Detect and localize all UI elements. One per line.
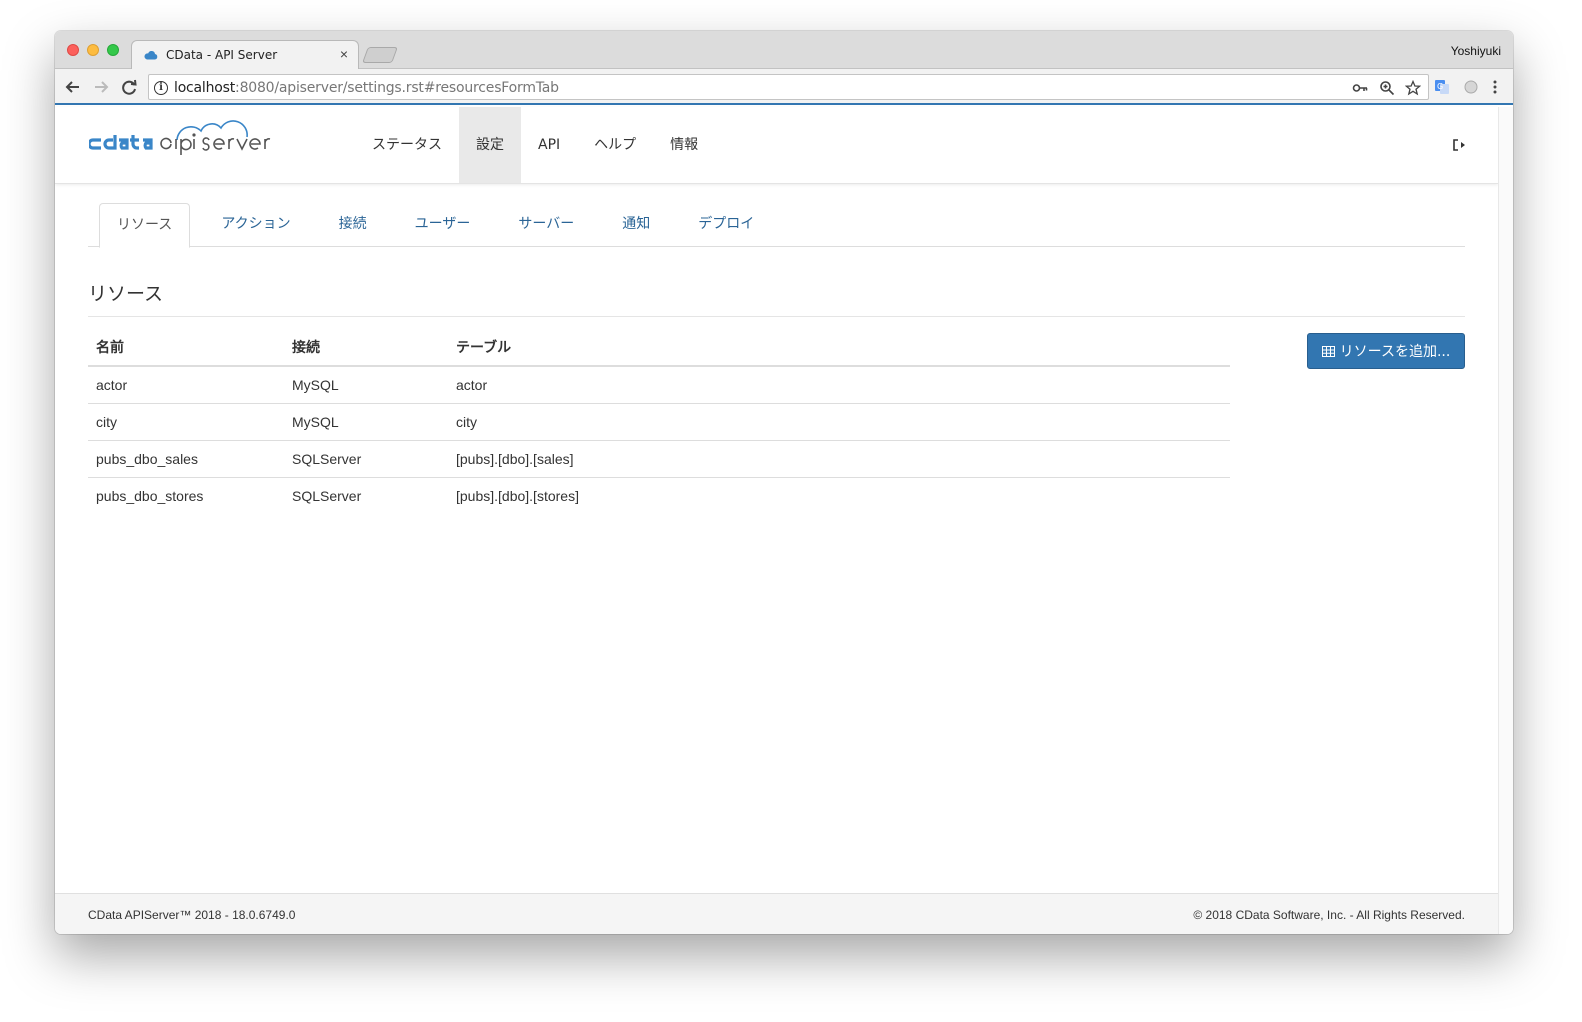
- resource-connection: SQLServer: [284, 440, 448, 478]
- tab-deploy[interactable]: デプロイ: [681, 203, 771, 247]
- resource-name[interactable]: pubs_dbo_stores: [88, 477, 284, 514]
- sign-out-icon[interactable]: [1452, 138, 1466, 152]
- table-icon: [1321, 345, 1335, 357]
- table-row[interactable]: pubs_dbo_stores SQLServer [pubs].[dbo].[…: [88, 477, 1230, 514]
- cdata-api-server-logo[interactable]: [89, 119, 289, 163]
- resource-name[interactable]: actor: [88, 366, 284, 404]
- minimize-window-button[interactable]: [87, 44, 99, 56]
- tab-actions[interactable]: アクション: [204, 203, 307, 247]
- resource-name[interactable]: city: [88, 403, 284, 441]
- resources-table: 名前 接続 テーブル actor MySQL actor city MySQL …: [88, 329, 1230, 514]
- bookmark-star-icon[interactable]: [1405, 80, 1421, 96]
- table-row[interactable]: actor MySQL actor: [88, 366, 1230, 404]
- resource-connection: MySQL: [284, 403, 448, 441]
- settings-subtabs: リソース アクション 接続 ユーザー サーバー 通知 デプロイ: [88, 203, 1465, 248]
- nav-api[interactable]: API: [521, 107, 577, 183]
- footer-copyright: © 2018 CData Software, Inc. - All Rights…: [1193, 908, 1465, 922]
- key-icon[interactable]: [1352, 80, 1368, 96]
- table-row[interactable]: pubs_dbo_sales SQLServer [pubs].[dbo].[s…: [88, 440, 1230, 478]
- footer-version: CData APIServer™ 2018 - 18.0.6749.0: [88, 908, 296, 922]
- main-nav: ステータス 設定 API ヘルプ 情報: [355, 107, 715, 183]
- cloud-icon: [144, 50, 158, 60]
- svg-text:G: G: [1437, 82, 1443, 91]
- menu-dots-icon[interactable]: [1487, 79, 1503, 95]
- browser-toolbar: i localhost:8080/apiserver/settings.rst#…: [55, 69, 1513, 105]
- nav-settings[interactable]: 設定: [459, 107, 521, 183]
- page-title: リソース: [88, 279, 1465, 317]
- translate-icon[interactable]: G: [1434, 79, 1450, 95]
- tab-notifications[interactable]: 通知: [605, 203, 667, 247]
- browser-titlebar: CData - API Server × Yoshiyuki: [55, 31, 1513, 70]
- reload-icon[interactable]: [118, 76, 140, 98]
- nav-status[interactable]: ステータス: [355, 107, 459, 183]
- table-row[interactable]: city MySQL city: [88, 403, 1230, 441]
- resource-table: [pubs].[dbo].[stores]: [456, 487, 579, 504]
- site-info-icon[interactable]: i: [154, 81, 168, 95]
- profile-name[interactable]: Yoshiyuki: [1451, 44, 1501, 58]
- nav-info[interactable]: 情報: [653, 107, 715, 183]
- tab-server[interactable]: サーバー: [501, 203, 591, 247]
- tab-close-icon[interactable]: ×: [340, 46, 348, 62]
- column-header-name[interactable]: 名前: [88, 329, 284, 367]
- address-bar[interactable]: i localhost:8080/apiserver/settings.rst#…: [148, 74, 1429, 100]
- resource-connection: SQLServer: [292, 487, 362, 504]
- page-scrollbar[interactable]: [1498, 107, 1513, 934]
- tab-users[interactable]: ユーザー: [398, 203, 488, 247]
- new-tab-button[interactable]: [362, 47, 398, 63]
- column-header-connection[interactable]: 接続: [284, 329, 448, 367]
- resource-table: [pubs].[dbo].[sales]: [448, 440, 1230, 478]
- table-header-row: 名前 接続 テーブル: [88, 329, 1230, 367]
- back-icon[interactable]: [62, 76, 84, 98]
- page-footer: CData APIServer™ 2018 - 18.0.6749.0 © 20…: [55, 893, 1498, 934]
- column-header-table[interactable]: テーブル: [448, 329, 1230, 367]
- tab-resources[interactable]: リソース: [99, 203, 191, 248]
- add-resource-button[interactable]: リソースを追加...: [1307, 333, 1465, 369]
- resource-connection: MySQL: [284, 366, 448, 404]
- browser-window: CData - API Server × Yoshiyuki i localho…: [55, 31, 1513, 934]
- forward-icon[interactable]: [90, 76, 112, 98]
- app-header: ステータス 設定 API ヘルプ 情報: [55, 107, 1498, 184]
- maximize-window-button[interactable]: [107, 44, 119, 56]
- url-text[interactable]: localhost:8080/apiserver/settings.rst#re…: [174, 80, 559, 96]
- add-resource-label: リソースを追加...: [1339, 344, 1451, 360]
- extension-icon[interactable]: [1463, 79, 1479, 95]
- resource-table: city: [448, 403, 1230, 441]
- resource-table: actor: [448, 366, 1230, 404]
- nav-help[interactable]: ヘルプ: [577, 107, 653, 183]
- tab-connections[interactable]: 接続: [322, 203, 384, 247]
- zoom-icon[interactable]: [1379, 80, 1395, 96]
- tab-title: CData - API Server: [166, 48, 278, 62]
- resource-name[interactable]: pubs_dbo_sales: [88, 440, 284, 478]
- browser-tab[interactable]: CData - API Server ×: [131, 40, 359, 70]
- close-window-button[interactable]: [67, 44, 79, 56]
